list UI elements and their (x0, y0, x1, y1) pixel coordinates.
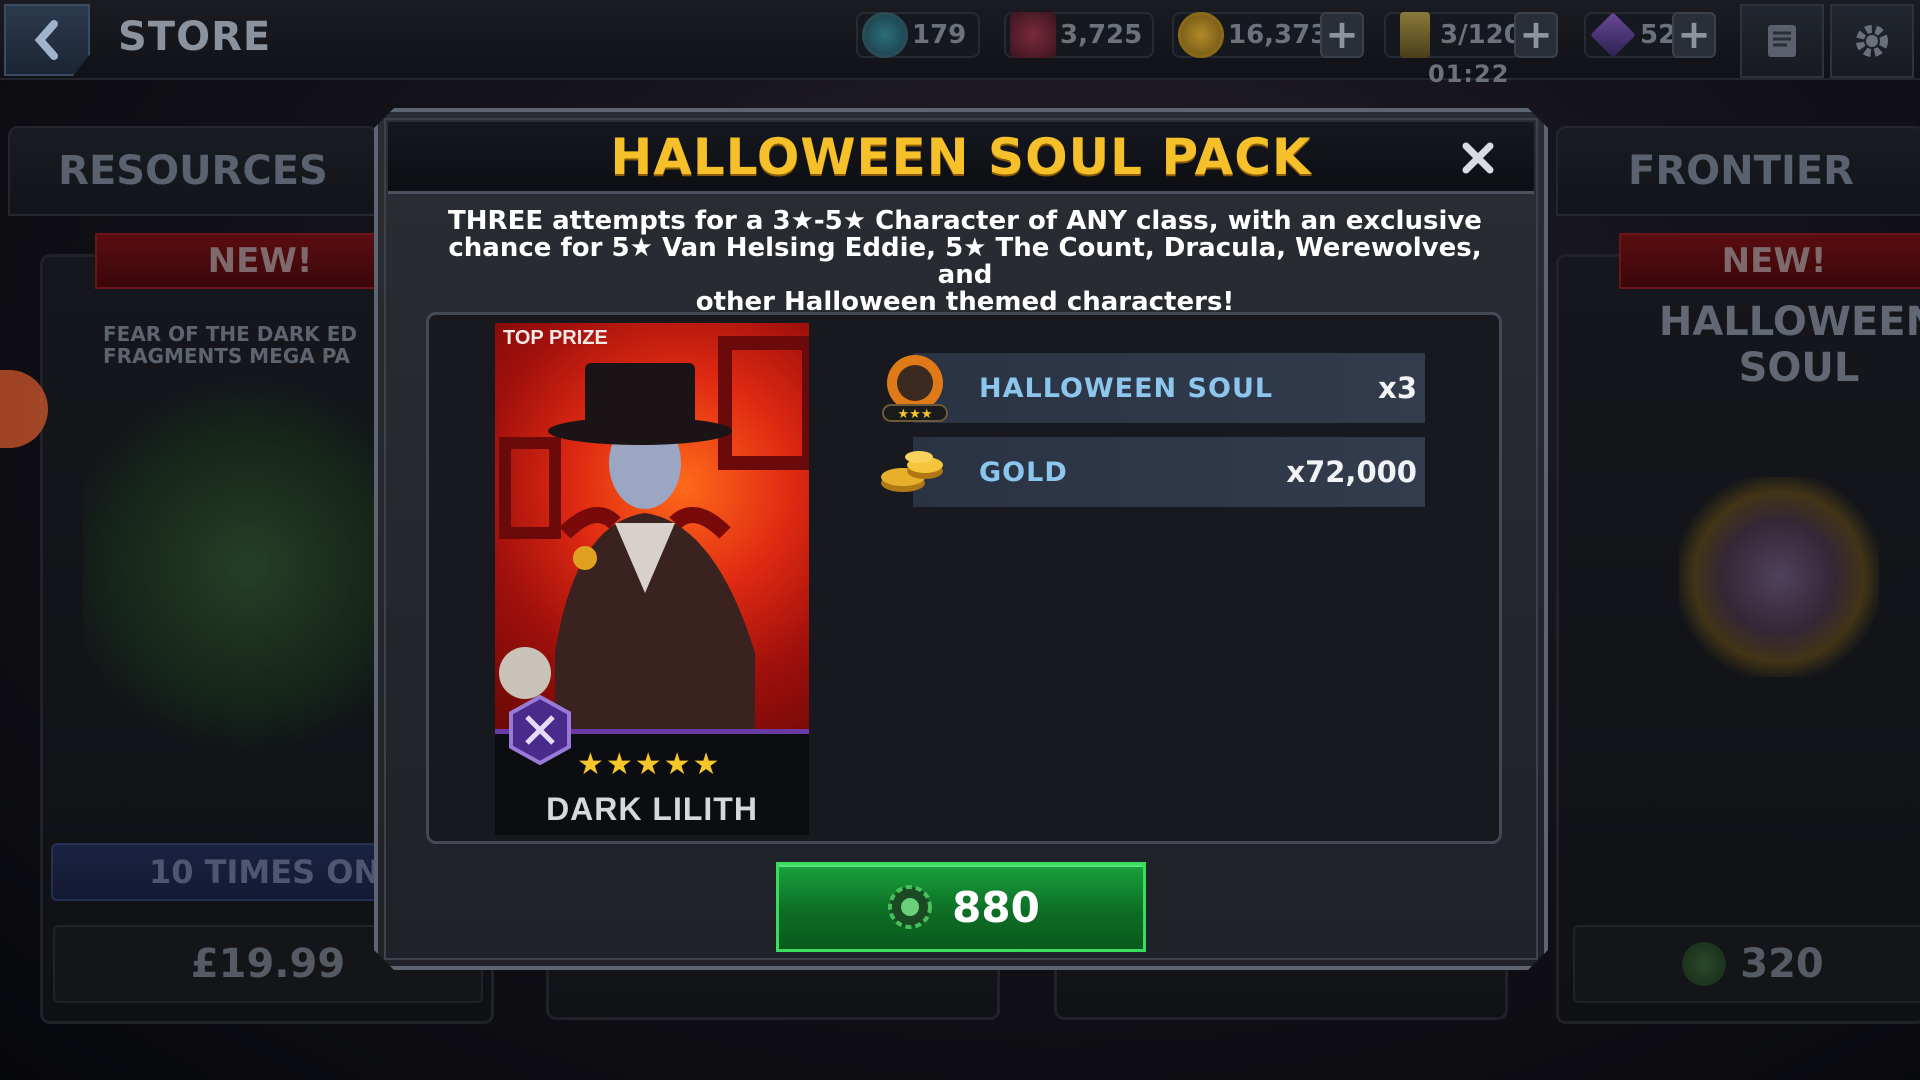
reward-quantity: x3 (1378, 371, 1417, 405)
page-title: STORE (118, 14, 272, 60)
frontier-offer-card[interactable]: NEW! HALLOWEEN SOUL 320 (1556, 233, 1920, 1024)
reward-row-halloween-soul: ★★★ HALLOWEEN SOUL x3 (913, 353, 1425, 423)
buy-price-button[interactable]: 320 (1573, 925, 1920, 1003)
tab-resources[interactable]: RESOURCES (8, 126, 378, 216)
buy-price-label: 880 (952, 882, 1040, 932)
currency-loyalty: 3,725 (1004, 12, 1154, 58)
energy-hourglass-icon (1400, 12, 1430, 58)
new-badge: NEW! (1619, 233, 1920, 289)
reward-row-gold: GOLD x72,000 (913, 437, 1425, 507)
modal-header: HALLOWEEN SOUL PACK (388, 122, 1534, 194)
halloween-soul-crystal-icon (1679, 477, 1879, 677)
news-button[interactable] (1740, 4, 1824, 78)
back-button[interactable] (4, 4, 90, 76)
loyalty-icon (1010, 12, 1056, 58)
svg-text:★★★: ★★★ (898, 407, 933, 422)
currency-gold: 16,373 (1172, 12, 1330, 58)
units-crystal-icon (1590, 12, 1636, 58)
purchase-limit: 10 TIMES ONL (51, 843, 381, 901)
chevron-left-icon (34, 20, 58, 60)
top-prize-character-card[interactable]: TOP PRIZE ★★★★★ DARK LILITH (495, 323, 809, 835)
currency-energy: 3/120 (1384, 12, 1522, 58)
pack-description: THREE attempts for a 3★-5★ Character of … (448, 206, 1482, 317)
gold-coin-icon (1178, 12, 1224, 58)
pack-contents-panel: TOP PRIZE ★★★★★ DARK LILITH ★★★ HALLOWEE… (426, 312, 1502, 844)
offer-title: HALLOWEEN SOUL (1658, 299, 1920, 391)
tab-frontier[interactable]: FRONTIER (1556, 126, 1920, 216)
buy-pack-button[interactable]: 880 (776, 862, 1146, 952)
currency-battlechips: 179 (856, 12, 980, 58)
halloween-soul-icon: ★★★ (873, 347, 957, 431)
reward-label: GOLD (979, 456, 1068, 488)
battlechips-icon (882, 879, 938, 935)
character-star-rating: ★★★★★ (577, 747, 722, 782)
top-bar: STORE 179 3,725 16,373 + 3/120 + 01:22 5… (0, 0, 1920, 88)
gold-stack-icon (873, 431, 957, 515)
pack-detail-modal: HALLOWEEN SOUL PACK THREE attempts for a… (374, 108, 1548, 970)
close-icon (1460, 140, 1496, 176)
reward-quantity: x72,000 (1286, 455, 1417, 489)
add-units-button[interactable]: + (1672, 12, 1716, 58)
character-art-icon (495, 323, 809, 729)
character-portrait (495, 323, 809, 729)
top-prize-label: TOP PRIZE (503, 327, 608, 349)
reward-label: HALLOWEEN SOUL (979, 372, 1274, 404)
battlechips-icon (1682, 942, 1727, 986)
energy-timer: 01:22 (1428, 60, 1510, 88)
offer-art (83, 377, 413, 757)
modal-title: HALLOWEEN SOUL PACK (610, 127, 1312, 186)
settings-button[interactable] (1830, 4, 1914, 78)
add-energy-button[interactable]: + (1514, 12, 1558, 58)
mystic-class-icon (509, 695, 571, 765)
add-gold-button[interactable]: + (1320, 12, 1364, 58)
close-button[interactable] (1458, 140, 1498, 180)
scroll-icon (1768, 25, 1796, 57)
battlechips-icon (862, 12, 908, 58)
gear-icon (1856, 25, 1888, 57)
character-name: DARK LILITH (546, 791, 758, 827)
